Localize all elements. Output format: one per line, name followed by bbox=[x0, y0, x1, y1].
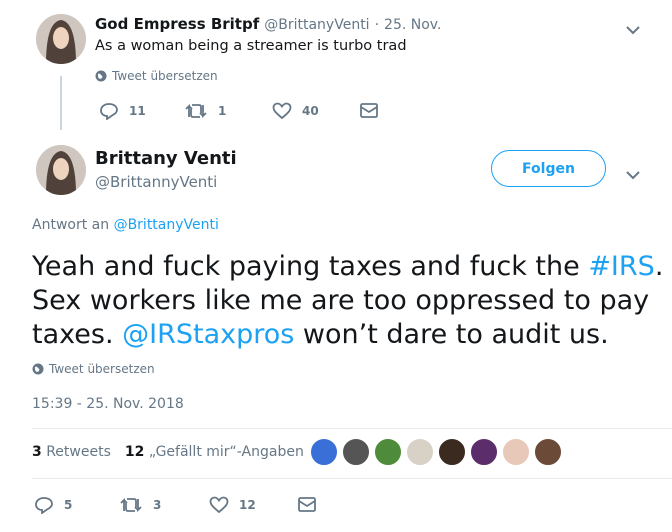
main-text-part3: won’t dare to audit us. bbox=[294, 319, 609, 350]
follow-button[interactable]: Folgen bbox=[491, 150, 606, 187]
main-retweet-button[interactable]: 3 bbox=[119, 497, 161, 513]
parent-tweet-text: As a woman being a streamer is turbo tra… bbox=[95, 38, 407, 54]
globe-icon bbox=[95, 70, 107, 82]
liker-avatar[interactable] bbox=[469, 437, 499, 467]
divider-top bbox=[32, 428, 672, 429]
main-like-button[interactable]: 12 bbox=[209, 496, 256, 514]
parent-reply-count: 11 bbox=[129, 104, 146, 118]
main-handle[interactable]: @BrittannyVenti bbox=[95, 173, 217, 191]
parent-retweet-count: 1 bbox=[218, 104, 227, 118]
parent-header: God Empress Britpf @BrittanyVenti · 25. … bbox=[95, 15, 441, 33]
retweets-stat[interactable]: 3 Retweets bbox=[32, 444, 111, 460]
tweet-stats: 3 Retweets 12 „Gefällt mir“-Angaben bbox=[32, 444, 304, 460]
parent-retweet-button[interactable]: 1 bbox=[184, 103, 226, 119]
globe-icon bbox=[32, 363, 44, 375]
reply-handle-link[interactable]: @BrittanyVenti bbox=[114, 217, 219, 233]
main-text-part1: Yeah and fuck paying taxes and fuck the bbox=[32, 251, 589, 282]
retweet-icon bbox=[120, 497, 142, 513]
likes-stat[interactable]: 12 „Gefällt mir“-Angaben bbox=[125, 444, 304, 460]
parent-chevron-down-icon[interactable] bbox=[626, 20, 640, 39]
hashtag-link[interactable]: #IRS bbox=[588, 251, 655, 282]
parent-date[interactable]: 25. Nov. bbox=[384, 17, 441, 33]
liker-avatar[interactable] bbox=[309, 437, 339, 467]
parent-translate-label: Tweet übersetzen bbox=[112, 69, 218, 83]
envelope-icon bbox=[298, 497, 316, 512]
liker-avatar[interactable] bbox=[405, 437, 435, 467]
parent-translate-link[interactable]: Tweet übersetzen bbox=[95, 69, 218, 83]
retweets-stat-label: Retweets bbox=[46, 444, 111, 460]
parent-like-count: 40 bbox=[302, 104, 319, 118]
main-chevron-down-icon[interactable] bbox=[626, 165, 640, 184]
retweet-icon bbox=[185, 103, 207, 119]
liker-avatars bbox=[309, 437, 563, 467]
reply-icon bbox=[100, 103, 118, 120]
main-reply-count: 5 bbox=[64, 498, 73, 512]
main-translate-link[interactable]: Tweet übersetzen bbox=[32, 362, 155, 376]
divider-bottom bbox=[32, 478, 672, 479]
heart-icon bbox=[272, 102, 292, 120]
parent-like-button[interactable]: 40 bbox=[272, 102, 319, 120]
reply-context: Antwort an @BrittanyVenti bbox=[32, 217, 219, 233]
retweets-stat-count: 3 bbox=[32, 444, 42, 460]
parent-handle[interactable]: @BrittanyVenti bbox=[264, 17, 369, 33]
reply-icon bbox=[35, 497, 53, 514]
main-reply-button[interactable]: 5 bbox=[34, 496, 72, 514]
main-display-name[interactable]: Brittany Venti bbox=[95, 148, 237, 169]
envelope-icon bbox=[360, 103, 378, 118]
main-dm-button[interactable] bbox=[298, 497, 316, 512]
thread-line bbox=[60, 76, 62, 130]
follow-button-label: Folgen bbox=[522, 160, 575, 177]
separator-dot: · bbox=[374, 17, 380, 33]
liker-avatar[interactable] bbox=[373, 437, 403, 467]
main-timestamp[interactable]: 15:39 - 25. Nov. 2018 bbox=[32, 396, 184, 412]
mention-link[interactable]: @IRStaxpros bbox=[122, 319, 294, 350]
liker-avatar[interactable] bbox=[501, 437, 531, 467]
parent-display-name[interactable]: God Empress Britpf bbox=[95, 15, 259, 33]
reply-prefix: Antwort an bbox=[32, 217, 110, 233]
parent-reply-button[interactable]: 11 bbox=[99, 102, 146, 120]
main-like-count: 12 bbox=[239, 498, 256, 512]
main-translate-label: Tweet übersetzen bbox=[49, 362, 155, 376]
likes-stat-label: „Gefällt mir“-Angaben bbox=[148, 444, 304, 460]
main-tweet-text: Yeah and fuck paying taxes and fuck the … bbox=[32, 250, 672, 352]
heart-icon bbox=[209, 496, 229, 514]
main-retweet-count: 3 bbox=[153, 498, 162, 512]
liker-avatar[interactable] bbox=[437, 437, 467, 467]
parent-avatar[interactable] bbox=[36, 14, 86, 64]
liker-avatar[interactable] bbox=[533, 437, 563, 467]
parent-dm-button[interactable] bbox=[360, 103, 378, 118]
main-avatar[interactable] bbox=[36, 145, 86, 195]
liker-avatar[interactable] bbox=[341, 437, 371, 467]
likes-stat-count: 12 bbox=[124, 444, 145, 460]
